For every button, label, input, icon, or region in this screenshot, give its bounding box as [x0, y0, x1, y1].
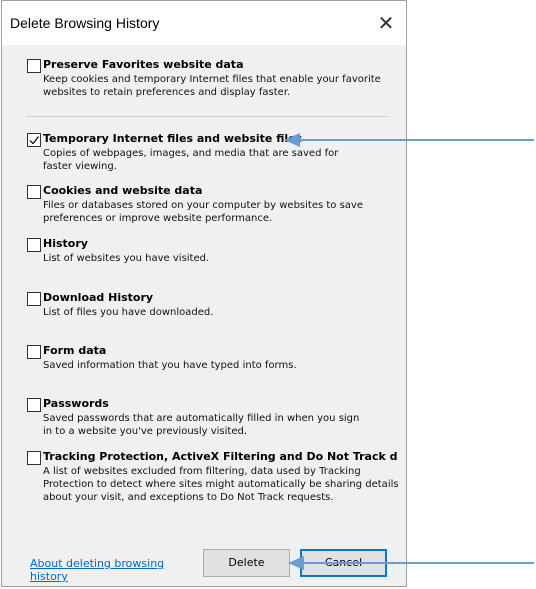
arrow-to-temporary-files	[284, 133, 534, 147]
arrow-to-delete-button	[288, 556, 534, 570]
annotation-arrows	[284, 133, 534, 570]
